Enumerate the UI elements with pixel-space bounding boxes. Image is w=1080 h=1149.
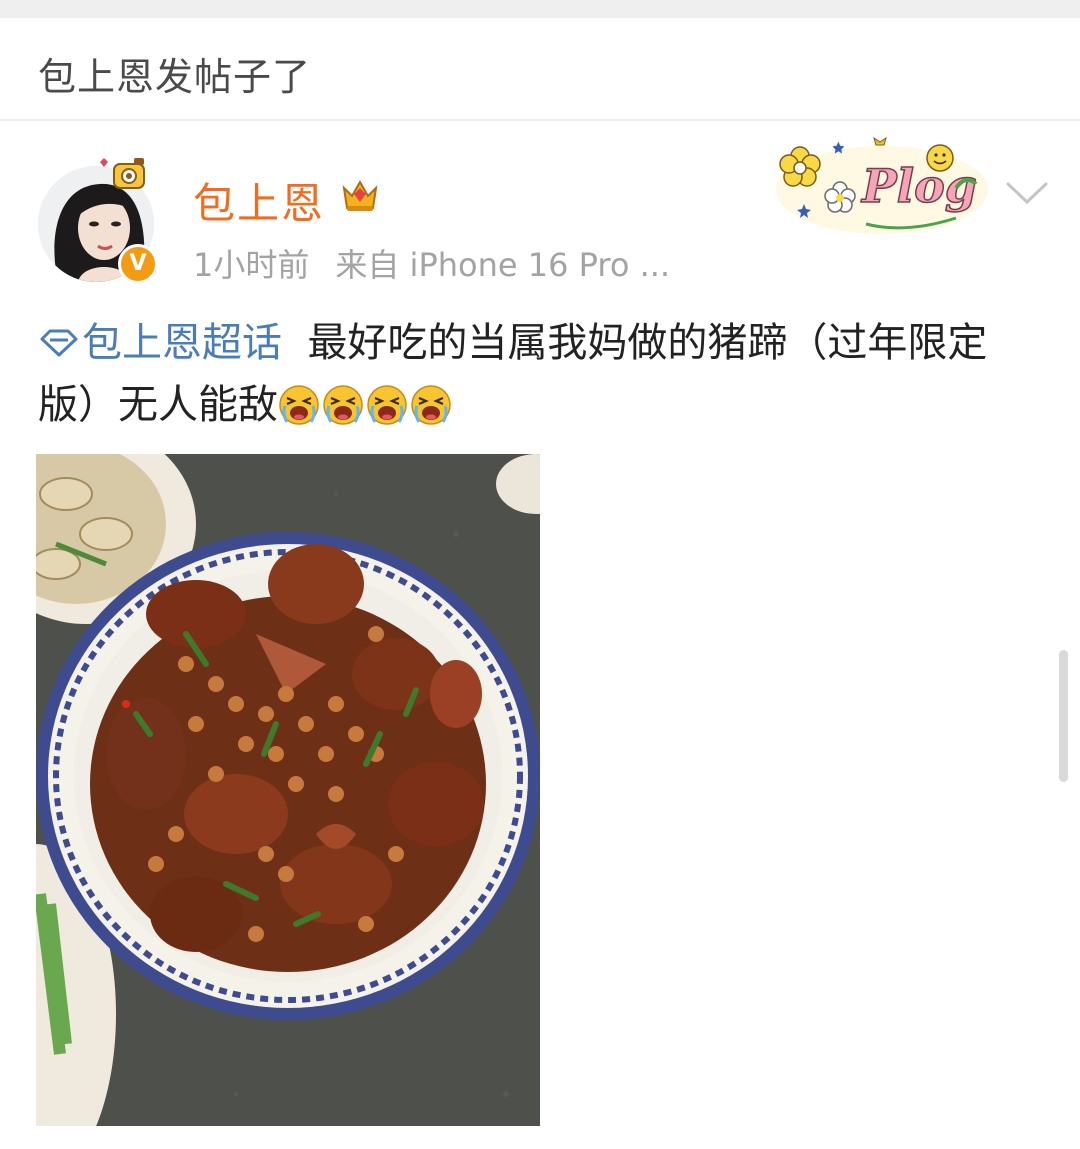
topic-label: 包上恩超话 (82, 320, 282, 366)
author-name[interactable]: 包上恩 (193, 170, 325, 231)
plog-flower-sticker-icon: Plog (770, 132, 994, 238)
gold-crown-badge-icon[interactable] (338, 172, 382, 216)
page-header: 包上恩发帖子了 (0, 18, 1080, 121)
scrollbar[interactable] (1059, 650, 1068, 782)
status-strip (0, 0, 1080, 18)
crying-emoji-icon (278, 382, 320, 425)
verified-badge: V (118, 244, 158, 284)
avatar-pendant-icon (96, 154, 152, 194)
post-meta: 1小时前 来自 iPhone 16 Pro ... (193, 240, 670, 286)
crying-emoji-icon (410, 382, 452, 425)
diamond-topic-icon (38, 314, 80, 357)
emoji-row (278, 382, 454, 444)
braised-pig-trotters-photo[interactable] (36, 454, 540, 1126)
topic-link[interactable]: 包上恩超话 (38, 320, 282, 366)
post-time: 1小时前 (193, 246, 310, 284)
chevron-down-icon[interactable] (1004, 176, 1050, 212)
post-body: 包上恩超话 最好吃的当属我妈做的猪蹄（过年限定版）无人能敌 (38, 312, 1038, 444)
crying-emoji-icon (366, 382, 408, 425)
post-source[interactable]: 来自 iPhone 16 Pro ... (335, 246, 670, 284)
crying-emoji-icon (322, 382, 364, 425)
page-title: 包上恩发帖子了 (38, 55, 312, 99)
